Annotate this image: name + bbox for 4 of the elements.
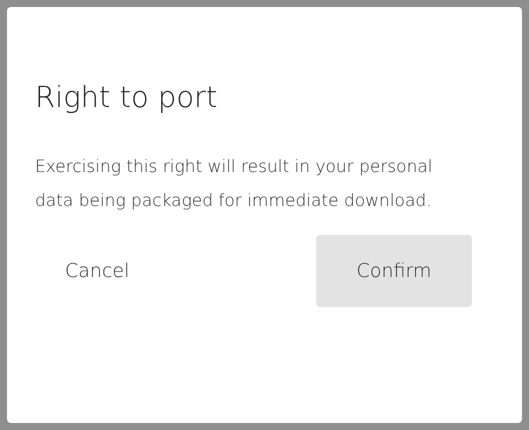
dialog-message: Exercising this right will result in your personal data being packaged for immediate download. (35, 156, 434, 213)
dialog-title: Right to port (35, 79, 218, 116)
cancel-button[interactable]: Cancel (35, 235, 160, 307)
confirm-button[interactable]: Confirm (316, 235, 472, 307)
